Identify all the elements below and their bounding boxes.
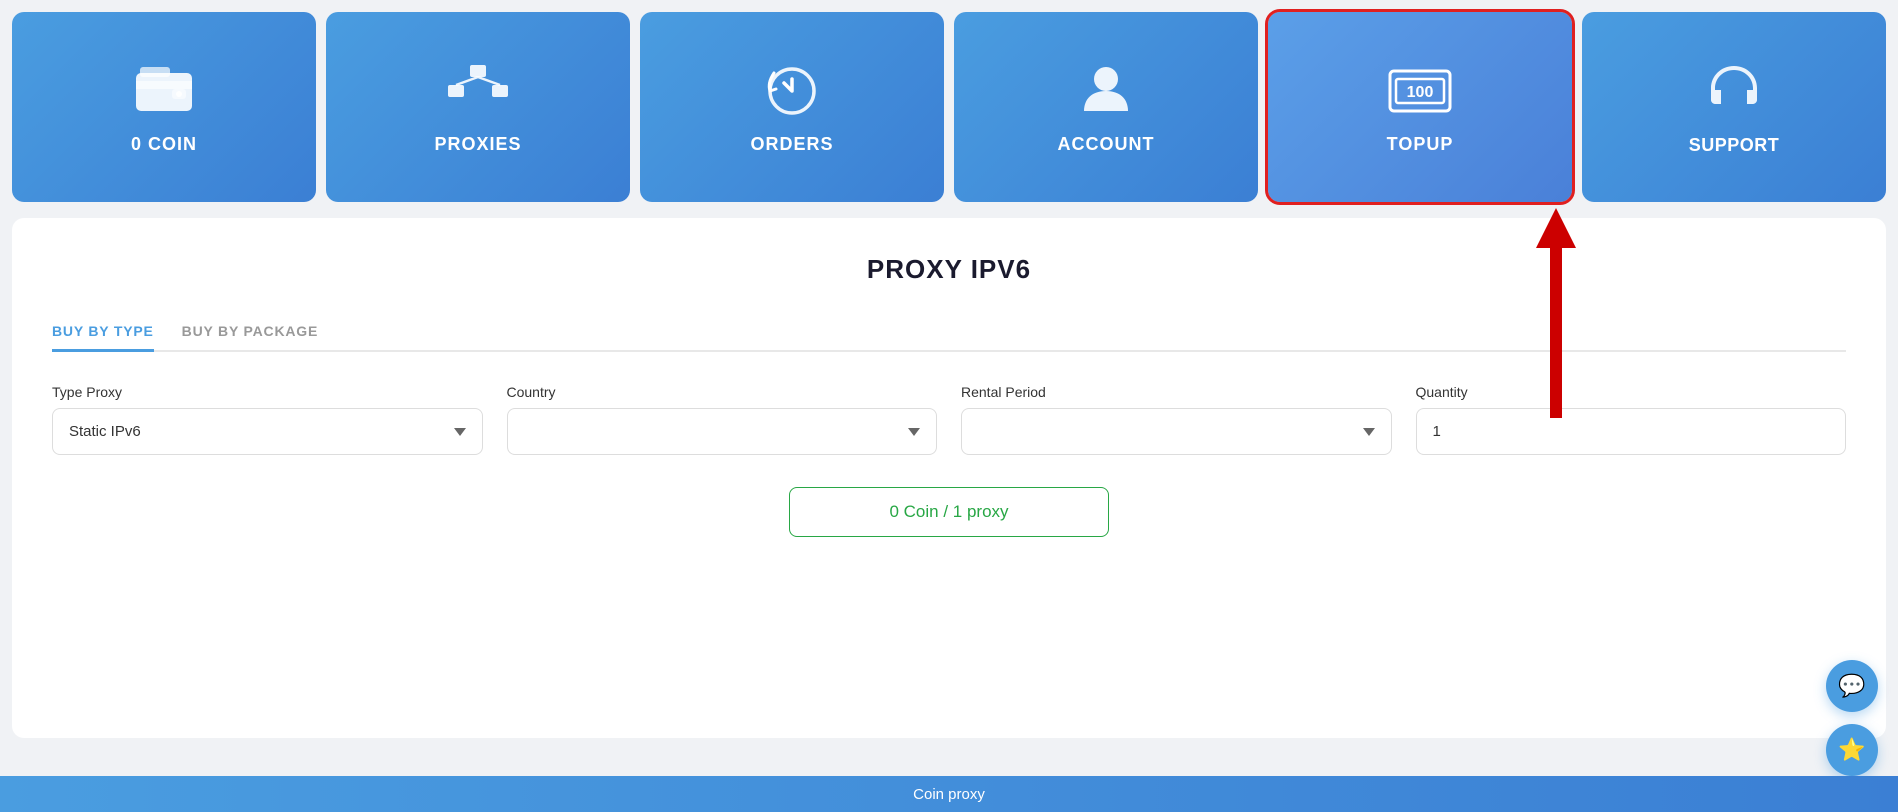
svg-text:100: 100 xyxy=(1407,84,1434,101)
footer-bar: Coin proxy xyxy=(0,776,1898,812)
nav-support-label: Support xyxy=(1689,135,1780,156)
star-button[interactable]: ⭐ xyxy=(1826,724,1878,776)
account-icon xyxy=(1080,63,1132,120)
nav-coin-label: 0 COIN xyxy=(131,134,197,155)
support-icon xyxy=(1705,62,1763,121)
nav-card-proxies[interactable]: PROXIES xyxy=(326,12,630,202)
form-row: Type Proxy Static IPv6 Country Rental Pe… xyxy=(52,384,1846,455)
type-proxy-label: Type Proxy xyxy=(52,384,483,400)
tab-buy-type[interactable]: BUY BY TYPE xyxy=(52,313,154,352)
orders-icon xyxy=(764,63,820,120)
country-group: Country xyxy=(507,384,938,455)
tab-buy-package[interactable]: BUY BY PACKAGE xyxy=(182,313,318,352)
quantity-group: Quantity 1 xyxy=(1416,384,1847,455)
footer-label: Coin proxy xyxy=(913,786,985,803)
main-content: PROXY IPV6 BUY BY TYPE BUY BY PACKAGE Ty… xyxy=(12,218,1886,738)
rental-period-select[interactable] xyxy=(961,408,1392,455)
nav-card-topup[interactable]: 100 TOPUP xyxy=(1268,12,1572,202)
nav-account-label: ACCOUNT xyxy=(1058,134,1155,155)
quantity-label: Quantity xyxy=(1416,384,1847,400)
price-row: 0 Coin / 1 proxy xyxy=(52,487,1846,537)
proxies-icon xyxy=(446,63,510,120)
rental-period-group: Rental Period xyxy=(961,384,1392,455)
star-icon: ⭐ xyxy=(1838,737,1865,763)
nav-card-orders[interactable]: ORDERS xyxy=(640,12,944,202)
page-title: PROXY IPV6 xyxy=(52,254,1846,285)
tabs-bar: BUY BY TYPE BUY BY PACKAGE xyxy=(52,313,1846,352)
nav-topup-label: TOPUP xyxy=(1387,134,1454,155)
nav-card-coin[interactable]: 0 COIN xyxy=(12,12,316,202)
chat-button[interactable]: 💬 xyxy=(1826,660,1878,712)
top-nav: 0 COIN PROXIES ORDERS xyxy=(0,0,1898,202)
country-select[interactable] xyxy=(507,408,938,455)
quantity-input[interactable]: 1 xyxy=(1416,408,1847,455)
price-button[interactable]: 0 Coin / 1 proxy xyxy=(789,487,1109,537)
type-proxy-group: Type Proxy Static IPv6 xyxy=(52,384,483,455)
nav-orders-label: ORDERS xyxy=(750,134,833,155)
topup-icon: 100 xyxy=(1386,63,1454,120)
rental-period-label: Rental Period xyxy=(961,384,1392,400)
country-label: Country xyxy=(507,384,938,400)
nav-card-account[interactable]: ACCOUNT xyxy=(954,12,1258,202)
nav-card-support[interactable]: Support xyxy=(1582,12,1886,202)
type-proxy-select[interactable]: Static IPv6 xyxy=(52,408,483,455)
wallet-icon xyxy=(134,63,194,120)
nav-proxies-label: PROXIES xyxy=(434,134,521,155)
chat-icon: 💬 xyxy=(1838,673,1865,699)
